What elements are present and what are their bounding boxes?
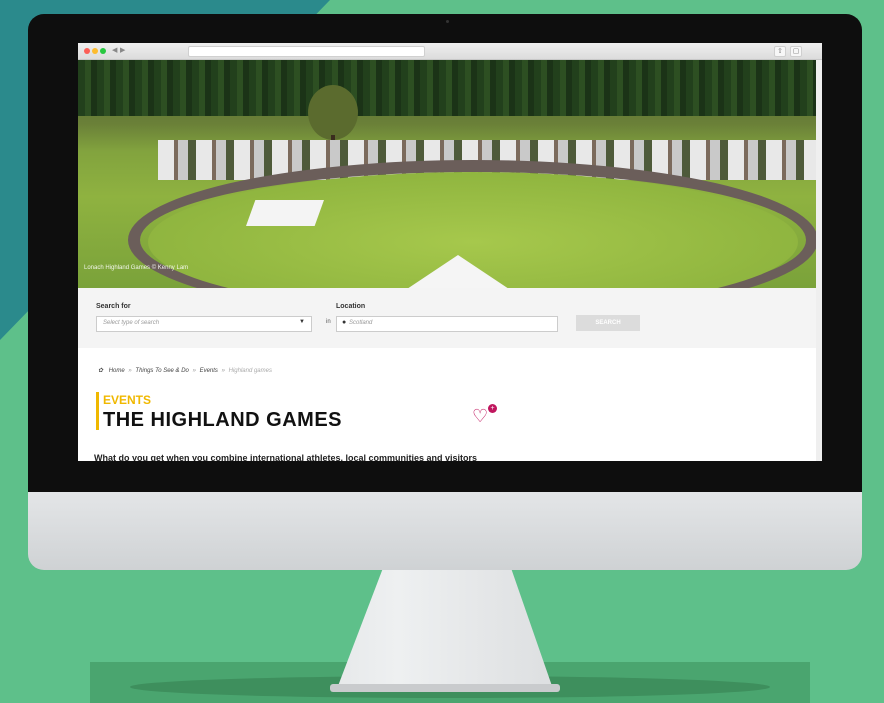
browser-screen: ◀ ▶ ⇧ ▢ Lonach Highland Games © Kenny La… xyxy=(78,43,822,461)
location-value: Scotland xyxy=(349,320,373,326)
location-label: Location xyxy=(336,303,366,310)
breadcrumb-events[interactable]: Events xyxy=(200,368,218,374)
scrollbar[interactable] xyxy=(816,60,822,461)
breadcrumb-current: Highland games xyxy=(228,368,272,374)
forward-arrow-icon[interactable]: ▶ xyxy=(120,47,128,55)
browser-toolbar: ◀ ▶ ⇧ ▢ xyxy=(78,43,822,60)
photo-credit: Lonach Highland Games © Kenny Lam xyxy=(84,265,189,271)
breadcrumb: ✿ Home » Things To See & Do » Events » H… xyxy=(98,367,272,374)
breadcrumb-home[interactable]: Home xyxy=(109,368,125,374)
back-arrow-icon[interactable]: ◀ xyxy=(112,47,120,55)
page-title: THE HIGHLAND GAMES xyxy=(103,409,342,431)
apple-logo-icon xyxy=(436,514,466,548)
add-favourite-badge[interactable]: + xyxy=(488,404,497,413)
breadcrumb-separator: » xyxy=(221,368,225,374)
close-window-button[interactable] xyxy=(84,48,90,54)
location-pin-icon: ● xyxy=(342,319,347,326)
share-icon[interactable]: ⇧ xyxy=(774,46,786,57)
minimize-window-button[interactable] xyxy=(92,48,98,54)
breadcrumb-separator: » xyxy=(128,368,132,374)
chevron-down-icon: ▼ xyxy=(299,319,305,325)
search-type-placeholder: Select type of search xyxy=(103,320,160,326)
tabs-icon[interactable]: ▢ xyxy=(790,46,802,57)
location-input[interactable]: ● Scotland xyxy=(336,316,558,332)
in-label: in xyxy=(326,319,331,325)
monitor-stand-base xyxy=(330,684,560,692)
search-type-select[interactable]: Select type of search ▼ xyxy=(96,316,312,332)
breadcrumb-things-to-do[interactable]: Things To See & Do xyxy=(135,368,188,374)
search-for-label: Search for xyxy=(96,303,131,310)
intro-text: What do you get when you combine interna… xyxy=(94,453,478,461)
thistle-home-icon: ✿ xyxy=(98,368,104,374)
search-panel: Search for Select type of search ▼ in Lo… xyxy=(78,288,822,348)
address-bar[interactable] xyxy=(188,46,425,57)
marquee-tent xyxy=(246,200,324,226)
section-eyebrow: EVENTS xyxy=(103,393,152,407)
zoom-window-button[interactable] xyxy=(100,48,106,54)
breadcrumb-separator: » xyxy=(192,368,196,374)
tree-line xyxy=(78,60,822,116)
hero-image: Lonach Highland Games © Kenny Lam xyxy=(78,60,822,288)
camera-icon xyxy=(446,20,449,23)
eyebrow-accent-bar xyxy=(96,392,99,430)
search-button[interactable]: SEARCH xyxy=(576,315,640,331)
oak-tree xyxy=(308,85,358,140)
